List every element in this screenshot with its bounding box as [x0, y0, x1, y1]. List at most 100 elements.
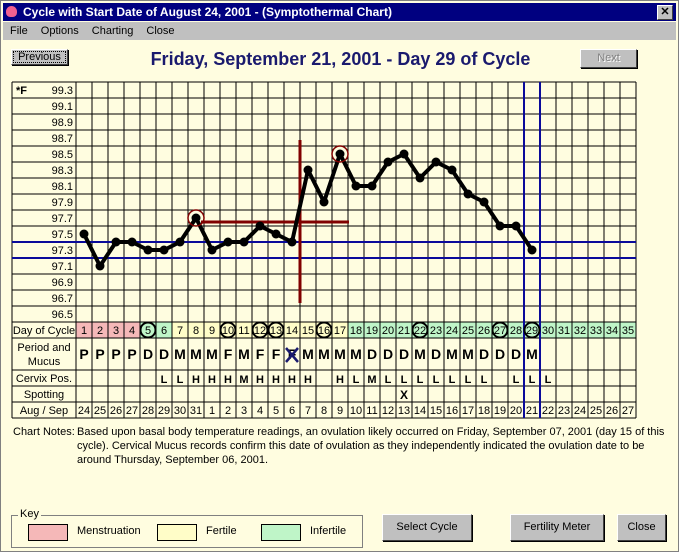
temperature-point: [271, 229, 281, 239]
mucus-entry: P: [111, 346, 120, 362]
close-button[interactable]: Close: [617, 514, 666, 541]
temperature-point: [95, 261, 105, 271]
y-tick-label: 99.1: [52, 101, 73, 113]
day-number: 32: [574, 325, 586, 337]
day-number: 11: [238, 325, 249, 337]
temperature-point: [511, 221, 521, 231]
mucus-entry: M: [334, 346, 346, 362]
temperature-point: [447, 165, 457, 175]
y-tick-label: 98.5: [52, 149, 73, 161]
cervix-entry: L: [481, 374, 488, 386]
date-cell: 20: [510, 405, 522, 417]
temperature-point: [415, 173, 425, 183]
temperature-point: [207, 245, 217, 255]
temperature-chart: *F 99.399.198.998.798.598.398.197.997.797…: [11, 81, 637, 419]
date-cell: 6: [289, 405, 295, 417]
temperature-point: [175, 237, 185, 247]
temperature-point: [351, 181, 361, 191]
day-number: 30: [542, 325, 554, 337]
cervix-entry: L: [529, 374, 536, 386]
menstruation-label: Menstruation: [77, 525, 141, 537]
cervix-entry: L: [433, 374, 440, 386]
day-number: 3: [113, 325, 119, 337]
y-tick-label: 98.9: [52, 117, 73, 129]
mucus-entry: D: [367, 346, 377, 362]
cervix-entry: L: [545, 374, 552, 386]
date-cell: 21: [526, 405, 538, 417]
day-number: 35: [622, 325, 634, 337]
date-cell: 18: [478, 405, 490, 417]
y-tick-label: 99.3: [52, 85, 73, 97]
y-tick-label: 96.9: [52, 277, 73, 289]
day-number: 25: [462, 325, 474, 337]
mucus-entry: F: [256, 346, 265, 362]
mucus-entry: D: [431, 346, 441, 362]
y-tick-label: 98.3: [52, 165, 73, 177]
mucus-entry: F: [272, 346, 281, 362]
cervix-entry: H: [256, 374, 264, 386]
temperature-point: [79, 229, 89, 239]
mucus-entry: M: [446, 346, 458, 362]
mucus-entry: M: [190, 346, 202, 362]
date-cell: 7: [305, 405, 311, 417]
day-of-cycle-label: Day of Cycle: [13, 325, 75, 337]
date-row-label: Aug / Sep: [20, 405, 68, 417]
day-number: 21: [398, 325, 410, 337]
date-cell: 24: [78, 405, 90, 417]
date-cell: 25: [94, 405, 106, 417]
date-cell: 3: [241, 405, 247, 417]
cervix-entry: H: [192, 374, 200, 386]
menstruation-swatch: [28, 524, 68, 541]
day-number: 15: [302, 325, 314, 337]
day-number: 7: [177, 325, 183, 337]
mucus-entry: M: [462, 346, 474, 362]
day-number: 6: [161, 325, 167, 337]
date-cell: 24: [574, 405, 586, 417]
date-cell: 25: [590, 405, 602, 417]
cervix-entry: L: [401, 374, 408, 386]
date-cell: 29: [158, 405, 170, 417]
select-cycle-button[interactable]: Select Cycle: [382, 514, 472, 541]
date-cell: 2: [225, 405, 231, 417]
day-number: 14: [286, 325, 298, 337]
temperature-point: [527, 245, 537, 255]
temperature-point: [111, 237, 121, 247]
y-tick-label: 98.1: [52, 181, 73, 193]
date-cell: 8: [321, 405, 327, 417]
cervix-entry: H: [304, 374, 312, 386]
temperature-point: [223, 237, 233, 247]
mucus-entry: D: [479, 346, 489, 362]
date-cell: 4: [257, 405, 263, 417]
date-cell: 14: [414, 405, 426, 417]
day-number: 2: [97, 325, 103, 337]
date-cell: 12: [382, 405, 394, 417]
cervix-entry: M: [239, 374, 248, 386]
date-cell: 13: [398, 405, 410, 417]
date-cell: 16: [446, 405, 458, 417]
fertile-label: Fertile: [206, 525, 237, 537]
cervix-entry: L: [417, 374, 424, 386]
period-mucus-label: Period and: [17, 342, 70, 354]
fertility-meter-button[interactable]: Fertility Meter: [510, 514, 604, 541]
infertile-swatch: [261, 524, 301, 541]
cervix-entry: L: [513, 374, 520, 386]
cervix-entry: L: [161, 374, 168, 386]
cervix-entry: H: [272, 374, 280, 386]
y-tick-label: 97.7: [52, 213, 73, 225]
temperature-point: [303, 165, 313, 175]
mucus-entry: M: [414, 346, 426, 362]
day-number: 1: [81, 325, 87, 337]
mucus-entry: M: [526, 346, 538, 362]
mucus-entry: F: [224, 346, 233, 362]
temperature-point: [431, 157, 441, 167]
key-title: Key: [18, 508, 41, 520]
day-number: 34: [606, 325, 618, 337]
date-cell: 9: [337, 405, 343, 417]
mucus-entry: D: [511, 346, 521, 362]
cervix-entry: L: [353, 374, 360, 386]
chart-notes-label: Chart Notes:: [13, 426, 75, 438]
fertile-swatch: [157, 524, 197, 541]
cervix-entry: H: [336, 374, 344, 386]
temperature-point: [495, 221, 505, 231]
cervix-entry: H: [224, 374, 232, 386]
